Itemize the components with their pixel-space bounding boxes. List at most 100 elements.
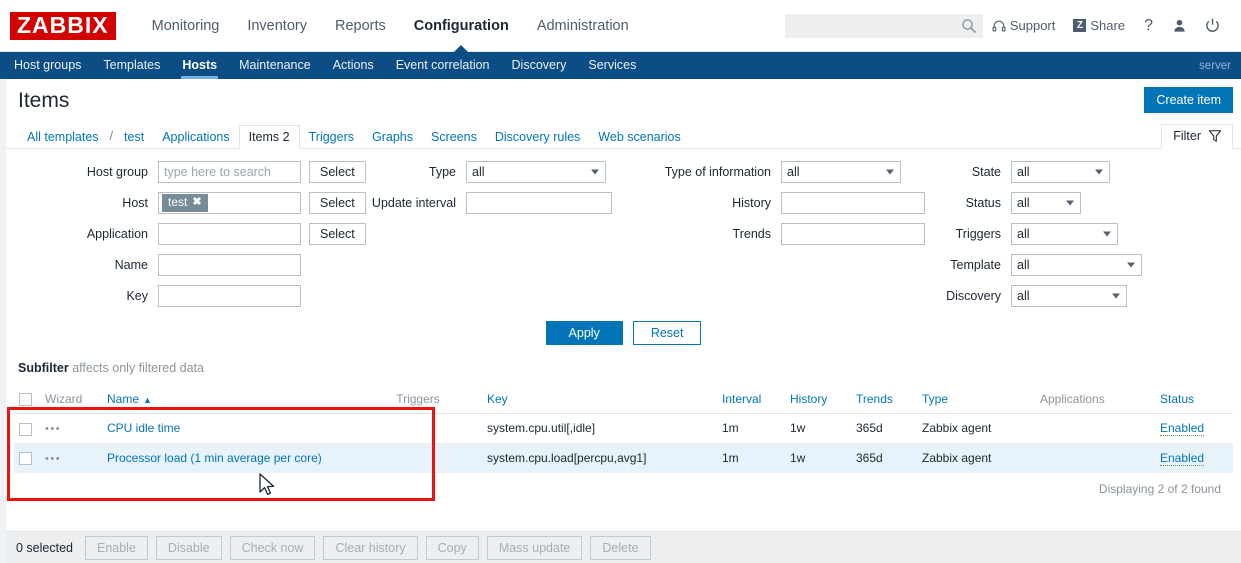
filter-row-host: Host test ✖ Select xyxy=(18,192,366,214)
tab-graphs[interactable]: Graphs xyxy=(363,126,422,149)
subnav-item-services[interactable]: Services xyxy=(577,52,647,79)
subnav-item-maintenance[interactable]: Maintenance xyxy=(228,52,322,79)
delete-button[interactable]: Delete xyxy=(590,535,651,560)
tab-triggers[interactable]: Triggers xyxy=(300,126,363,149)
name-input[interactable] xyxy=(158,254,301,276)
user-profile-icon[interactable] xyxy=(1163,18,1196,33)
row-status-cell: Enabled xyxy=(1155,443,1233,473)
filter-row-trends: Trends xyxy=(646,223,936,245)
nav-item-configuration[interactable]: Configuration xyxy=(400,0,523,52)
item-name-link[interactable]: Processor load (1 min average per core) xyxy=(107,451,322,465)
status-select[interactable]: all xyxy=(1011,192,1081,214)
main-navigation: Monitoring Inventory Reports Configurati… xyxy=(138,0,643,52)
tab-applications[interactable]: Applications xyxy=(153,126,238,149)
row-applications-cell xyxy=(1035,413,1155,444)
subnav-item-event-correlation[interactable]: Event correlation xyxy=(385,52,501,79)
row-checkbox-cell xyxy=(14,413,40,444)
discovery-select[interactable]: all xyxy=(1011,285,1127,307)
item-name-link[interactable]: CPU idle time xyxy=(107,421,180,435)
host-chip[interactable]: test ✖ xyxy=(162,194,208,212)
subnav-item-hosts[interactable]: Hosts xyxy=(171,52,228,79)
mass-update-button[interactable]: Mass update xyxy=(486,535,583,560)
template-select[interactable]: all xyxy=(1011,254,1142,276)
history-input[interactable] xyxy=(781,192,925,214)
row-triggers-cell xyxy=(391,443,482,473)
tab-discovery-rules[interactable]: Discovery rules xyxy=(486,126,589,149)
create-item-button[interactable]: Create item xyxy=(1144,87,1233,113)
support-link[interactable]: Support xyxy=(983,18,1065,33)
wizard-menu-icon[interactable]: ••• xyxy=(45,423,61,435)
row-name-cell: CPU idle time xyxy=(102,413,392,444)
column-history[interactable]: History xyxy=(785,385,851,415)
page-title: Items xyxy=(18,88,70,112)
type-of-information-select[interactable]: all xyxy=(781,161,901,183)
subnav-item-actions[interactable]: Actions xyxy=(322,52,385,79)
column-status[interactable]: Status xyxy=(1155,385,1233,415)
disable-button[interactable]: Disable xyxy=(155,535,222,560)
host-group-select-button[interactable]: Select xyxy=(309,161,366,183)
status-badge[interactable]: Enabled xyxy=(1160,450,1205,466)
row-checkbox[interactable] xyxy=(19,422,32,436)
column-trends[interactable]: Trends xyxy=(851,385,917,415)
tab-screens[interactable]: Screens xyxy=(422,126,486,149)
row-checkbox[interactable] xyxy=(19,451,32,465)
breadcrumb-all-templates[interactable]: All templates xyxy=(18,126,108,149)
close-icon[interactable]: ✖ xyxy=(192,196,201,210)
table-header-row: Wizard Name ▲ Triggers Key Interval Histo… xyxy=(14,385,1233,415)
check-now-button[interactable]: Check now xyxy=(229,535,316,560)
type-select[interactable]: all xyxy=(466,161,606,183)
label-trends: Trends xyxy=(732,227,771,241)
enable-button[interactable]: Enable xyxy=(84,535,148,560)
trends-input[interactable] xyxy=(781,223,925,245)
select-all-checkbox[interactable] xyxy=(19,393,32,407)
table-row: ••• Processor load (1 min average per co… xyxy=(14,443,1233,473)
application-input[interactable] xyxy=(158,223,301,245)
apply-button[interactable]: Apply xyxy=(545,321,623,345)
select-all-header xyxy=(14,385,40,415)
wizard-menu-icon[interactable]: ••• xyxy=(45,453,61,465)
breadcrumb-template-test[interactable]: test xyxy=(115,126,153,149)
filter-tab[interactable]: Filter xyxy=(1161,124,1233,149)
column-interval[interactable]: Interval xyxy=(717,385,785,415)
application-select-button[interactable]: Select xyxy=(309,223,366,245)
subnav-item-host-groups[interactable]: Host groups xyxy=(3,52,92,79)
state-select-value: all xyxy=(1017,165,1030,179)
column-key[interactable]: Key xyxy=(482,385,717,415)
host-group-input[interactable] xyxy=(158,161,301,183)
nav-item-reports[interactable]: Reports xyxy=(321,0,400,52)
row-key-cell: system.cpu.util[,idle] xyxy=(482,413,717,444)
triggers-select[interactable]: all xyxy=(1011,223,1118,245)
nav-item-administration[interactable]: Administration xyxy=(523,0,643,52)
search-input[interactable] xyxy=(785,14,982,37)
tab-items[interactable]: Items 2 xyxy=(238,124,300,149)
column-name[interactable]: Name ▲ xyxy=(102,385,392,415)
subnav-item-discovery[interactable]: Discovery xyxy=(501,52,578,79)
update-interval-input[interactable] xyxy=(466,192,612,214)
nav-item-inventory[interactable]: Inventory xyxy=(233,0,321,52)
filter-row-template: Template all xyxy=(936,254,1226,276)
logout-icon[interactable] xyxy=(1196,18,1229,33)
row-triggers-cell xyxy=(391,413,482,444)
host-select-button[interactable]: Select xyxy=(309,192,366,214)
state-select[interactable]: all xyxy=(1011,161,1110,183)
label-discovery: Discovery xyxy=(946,289,1001,303)
key-input[interactable] xyxy=(158,285,301,307)
column-type[interactable]: Type xyxy=(917,385,1035,415)
tab-web-scenarios[interactable]: Web scenarios xyxy=(589,126,689,149)
clear-history-button[interactable]: Clear history xyxy=(323,535,418,560)
subnav-item-templates[interactable]: Templates xyxy=(92,52,171,79)
status-badge[interactable]: Enabled xyxy=(1160,421,1205,437)
help-icon[interactable]: ? xyxy=(1134,17,1163,35)
column-name-label: Name xyxy=(107,392,140,407)
row-type-cell: Zabbix agent xyxy=(917,443,1035,473)
global-search[interactable] xyxy=(784,13,983,38)
sub-navigation: Host groups Templates Hosts Maintenance … xyxy=(0,52,1241,79)
reset-button[interactable]: Reset xyxy=(632,321,702,345)
host-multiselect[interactable]: test ✖ xyxy=(158,192,301,214)
share-link[interactable]: Z Share xyxy=(1064,18,1134,33)
share-badge-icon: Z xyxy=(1073,19,1087,32)
nav-item-monitoring[interactable]: Monitoring xyxy=(138,0,234,52)
copy-button[interactable]: Copy xyxy=(425,535,479,560)
label-type-of-information: Type of information xyxy=(664,165,771,179)
template-select-value: all xyxy=(1017,258,1030,272)
